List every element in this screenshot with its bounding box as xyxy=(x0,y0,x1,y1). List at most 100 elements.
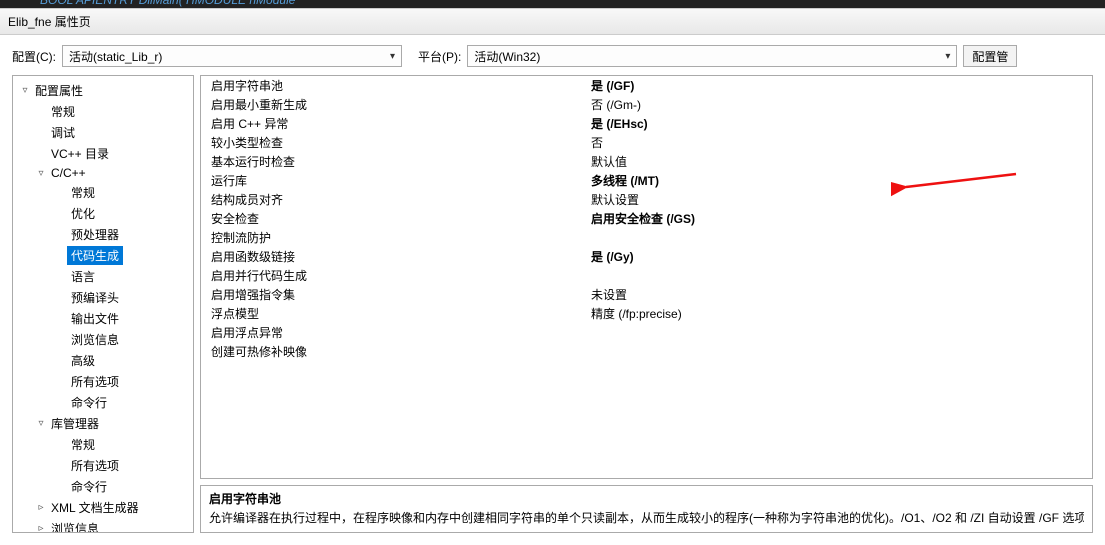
grid-row[interactable]: 启用函数级链接是 (/Gy) xyxy=(201,247,1092,266)
grid-row-value: 启用安全检查 (/GS) xyxy=(591,210,1092,227)
tree-item[interactable]: 高级 xyxy=(13,350,193,371)
grid-row-value: 否 (/Gm-) xyxy=(591,96,1092,113)
tree-item[interactable]: 预编译头 xyxy=(13,287,193,308)
tree-item[interactable]: ▿C/C++ xyxy=(13,164,193,182)
grid-row[interactable]: 基本运行时检查默认值 xyxy=(201,152,1092,171)
tree-item[interactable]: 常规 xyxy=(13,101,193,122)
grid-row[interactable]: 启用增强指令集未设置 xyxy=(201,285,1092,304)
tree-toggle-icon[interactable]: ▿ xyxy=(35,418,47,429)
grid-row[interactable]: 启用浮点异常 xyxy=(201,323,1092,342)
grid-row-value: 多线程 (/MT) xyxy=(591,172,1092,189)
config-dropdown[interactable]: 活动(static_Lib_r) ▾ xyxy=(62,45,402,67)
tree-item-label: 优化 xyxy=(67,204,99,223)
tree-toggle-icon[interactable]: ▿ xyxy=(35,168,47,179)
tree-item-label: VC++ 目录 xyxy=(47,144,113,163)
config-dropdown-value: 活动(static_Lib_r) xyxy=(69,48,162,65)
tree-item-label: 库管理器 xyxy=(47,414,103,433)
grid-row[interactable]: 较小类型检查否 xyxy=(201,133,1092,152)
tree-item[interactable]: 浏览信息 xyxy=(13,329,193,350)
tree-item-label: 命令行 xyxy=(67,393,111,412)
grid-row-label: 启用并行代码生成 xyxy=(211,267,591,284)
tree-item-label: 浏览信息 xyxy=(47,519,103,533)
tree-item-label: 调试 xyxy=(47,123,79,142)
grid-row-label: 基本运行时检查 xyxy=(211,153,591,170)
platform-dropdown[interactable]: 活动(Win32) ▾ xyxy=(467,45,957,67)
grid-row-label: 浮点模型 xyxy=(211,305,591,322)
grid-row-label: 较小类型检查 xyxy=(211,134,591,151)
tree-item[interactable]: 预处理器 xyxy=(13,224,193,245)
tree-item-label: 常规 xyxy=(67,183,99,202)
grid-row[interactable]: 控制流防护 xyxy=(201,228,1092,247)
tree-item-label: 预处理器 xyxy=(67,225,123,244)
grid-row-label: 控制流防护 xyxy=(211,229,591,246)
tree-item-label: 常规 xyxy=(67,435,99,454)
tree-item[interactable]: 命令行 xyxy=(13,392,193,413)
dialog-body: 配置(C): 活动(static_Lib_r) ▾ 平台(P): 活动(Win3… xyxy=(0,35,1105,545)
tree-item[interactable]: 常规 xyxy=(13,434,193,455)
tree-toggle-icon[interactable]: ▿ xyxy=(19,85,31,96)
grid-row[interactable]: 启用字符串池是 (/GF) xyxy=(201,76,1092,95)
tree-item-label: C/C++ xyxy=(47,165,90,181)
tree-item-label: 输出文件 xyxy=(67,309,123,328)
tree-item[interactable]: 调试 xyxy=(13,122,193,143)
tree-item-label: 常规 xyxy=(47,102,79,121)
window-title-text: Elib_fne 属性页 xyxy=(8,13,91,30)
tree-item[interactable]: 代码生成 xyxy=(13,245,193,266)
grid-row[interactable]: 创建可热修补映像 xyxy=(201,342,1092,361)
grid-row-value: 是 (/GF) xyxy=(591,77,1092,94)
grid-row-label: 启用浮点异常 xyxy=(211,324,591,341)
nav-tree[interactable]: ▿配置属性常规调试VC++ 目录▿C/C++常规优化预处理器代码生成语言预编译头… xyxy=(12,75,194,533)
description-title: 启用字符串池 xyxy=(209,490,1084,507)
tree-item-label: 代码生成 xyxy=(67,246,123,265)
grid-row-value: 默认设置 xyxy=(591,191,1092,208)
tree-item-label: 命令行 xyxy=(67,477,111,496)
grid-row-value: 未设置 xyxy=(591,286,1092,303)
config-label: 配置(C): xyxy=(12,48,56,65)
grid-row-value: 是 (/Gy) xyxy=(591,248,1092,265)
grid-row-value: 精度 (/fp:precise) xyxy=(591,305,1092,322)
grid-row[interactable]: 浮点模型精度 (/fp:precise) xyxy=(201,304,1092,323)
grid-row-value xyxy=(591,343,1092,360)
platform-dropdown-value: 活动(Win32) xyxy=(474,48,540,65)
grid-row[interactable]: 安全检查启用安全检查 (/GS) xyxy=(201,209,1092,228)
tree-item-label: 高级 xyxy=(67,351,99,370)
grid-row-label: 启用增强指令集 xyxy=(211,286,591,303)
grid-row-label: 结构成员对齐 xyxy=(211,191,591,208)
tree-item[interactable]: ▿库管理器 xyxy=(13,413,193,434)
tree-item[interactable]: 常规 xyxy=(13,182,193,203)
tree-item[interactable]: ▿配置属性 xyxy=(13,80,193,101)
description-text: 允许编译器在执行过程中，在程序映像和内存中创建相同字符串的单个只读副本，从而生成… xyxy=(209,509,1084,526)
tree-toggle-icon[interactable]: ▹ xyxy=(35,523,47,533)
tree-item[interactable]: ▹XML 文档生成器 xyxy=(13,497,193,518)
tree-item[interactable]: 输出文件 xyxy=(13,308,193,329)
grid-row-label: 启用字符串池 xyxy=(211,77,591,94)
tree-item-label: 所有选项 xyxy=(67,372,123,391)
chevron-down-icon: ▾ xyxy=(945,51,950,62)
grid-row[interactable]: 启用并行代码生成 xyxy=(201,266,1092,285)
tree-item[interactable]: VC++ 目录 xyxy=(13,143,193,164)
grid-row[interactable]: 启用 C++ 异常是 (/EHsc) xyxy=(201,114,1092,133)
grid-row-value: 否 xyxy=(591,134,1092,151)
grid-row-value: 是 (/EHsc) xyxy=(591,115,1092,132)
tree-item[interactable]: 优化 xyxy=(13,203,193,224)
config-manager-button[interactable]: 配置管 xyxy=(963,45,1017,67)
grid-row[interactable]: 结构成员对齐默认设置 xyxy=(201,190,1092,209)
tree-item-label: XML 文档生成器 xyxy=(47,498,143,517)
grid-row-label: 创建可热修补映像 xyxy=(211,343,591,360)
tree-item[interactable]: 命令行 xyxy=(13,476,193,497)
tree-item[interactable]: 所有选项 xyxy=(13,371,193,392)
grid-row-value xyxy=(591,229,1092,246)
property-grid[interactable]: 启用字符串池是 (/GF)启用最小重新生成否 (/Gm-)启用 C++ 异常是 … xyxy=(200,75,1093,479)
grid-row-label: 运行库 xyxy=(211,172,591,189)
tree-item[interactable]: ▹浏览信息 xyxy=(13,518,193,533)
tree-toggle-icon[interactable]: ▹ xyxy=(35,502,47,513)
tree-item[interactable]: 语言 xyxy=(13,266,193,287)
tree-item[interactable]: 所有选项 xyxy=(13,455,193,476)
tree-item-label: 所有选项 xyxy=(67,456,123,475)
tree-item-label: 预编译头 xyxy=(67,288,123,307)
grid-row[interactable]: 启用最小重新生成否 (/Gm-) xyxy=(201,95,1092,114)
grid-row-label: 启用 C++ 异常 xyxy=(211,115,591,132)
grid-row[interactable]: 运行库多线程 (/MT) xyxy=(201,171,1092,190)
grid-row-value xyxy=(591,267,1092,284)
description-panel: 启用字符串池 允许编译器在执行过程中，在程序映像和内存中创建相同字符串的单个只读… xyxy=(200,485,1093,533)
